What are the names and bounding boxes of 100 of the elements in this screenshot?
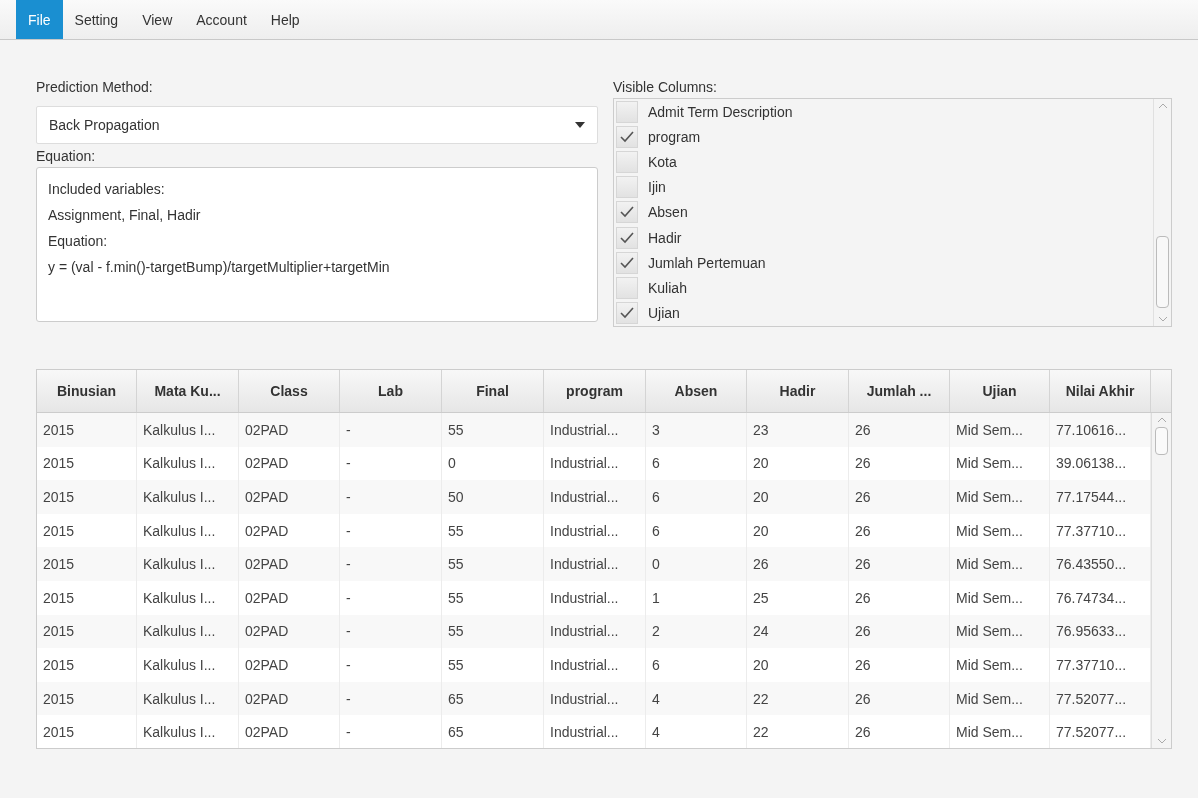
- checkbox[interactable]: [616, 302, 638, 325]
- table-cell: 26: [849, 580, 950, 615]
- table-cell: 55: [442, 580, 544, 615]
- chevron-up-icon[interactable]: [1157, 103, 1168, 109]
- chevron-down-icon[interactable]: [1157, 316, 1168, 322]
- table-cell: 02PAD: [239, 681, 340, 716]
- column-header[interactable]: Class: [239, 370, 340, 412]
- column-header[interactable]: Absen: [646, 370, 747, 412]
- table-cell: 20: [747, 480, 849, 514]
- table-cell: 26: [849, 681, 950, 716]
- table-cell: 24: [747, 614, 849, 649]
- scrollbar-thumb[interactable]: [1156, 236, 1169, 308]
- table-cell: 4: [646, 715, 747, 748]
- table-cell: Industrial...: [544, 715, 646, 748]
- caret-icon: [575, 122, 585, 128]
- column-header[interactable]: Jumlah ...: [849, 370, 950, 412]
- table-cell: 22: [747, 681, 849, 716]
- checkbox-label: Kota: [648, 154, 677, 171]
- table-cell: -: [340, 480, 442, 514]
- chevron-up-icon[interactable]: [1156, 417, 1167, 423]
- table-cell: 2015: [37, 715, 137, 748]
- table-cell: -: [340, 413, 442, 447]
- table-cell: Mid Sem...: [950, 715, 1050, 748]
- checkmark-icon: [620, 130, 634, 143]
- table-cell: 0: [646, 547, 747, 581]
- checkbox[interactable]: [616, 226, 638, 249]
- menu-item[interactable]: Account: [184, 0, 259, 39]
- scrollbar[interactable]: [1151, 413, 1171, 748]
- column-header[interactable]: Binusian: [37, 370, 137, 412]
- table-cell: 2: [646, 614, 747, 649]
- table-cell: -: [340, 614, 442, 649]
- table-cell: Mid Sem...: [950, 480, 1050, 514]
- checkmark-icon: [620, 206, 634, 219]
- field-label: Equation:: [36, 147, 97, 166]
- table-cell: 65: [442, 681, 544, 716]
- table-cell: Mid Sem...: [950, 614, 1050, 649]
- scrollbar-thumb[interactable]: [1155, 427, 1168, 455]
- table-cell: 23: [747, 413, 849, 447]
- checkbox[interactable]: [616, 201, 638, 224]
- table-cell: 25: [747, 580, 849, 615]
- checkmark-icon: [620, 307, 634, 320]
- menu-item[interactable]: View: [130, 0, 185, 39]
- menu-item[interactable]: Help: [258, 0, 312, 39]
- table-cell: 2015: [37, 648, 137, 682]
- checkbox-label: Jumlah Pertemuan: [648, 254, 766, 271]
- table-cell: 26: [849, 547, 950, 581]
- table-cell: Industrial...: [544, 580, 646, 615]
- table-cell: 20: [747, 648, 849, 682]
- table-cell: 2015: [37, 580, 137, 615]
- table-cell: 02PAD: [239, 547, 340, 581]
- table-cell: 26: [849, 413, 950, 447]
- table-cell: 2015: [37, 547, 137, 581]
- table-cell: Mid Sem...: [950, 547, 1050, 581]
- table-cell: Industrial...: [544, 480, 646, 514]
- table-cell: -: [340, 580, 442, 615]
- table-cell: 22: [747, 715, 849, 748]
- scrollbar[interactable]: [1153, 99, 1171, 326]
- column-header[interactable]: Mata Ku...: [137, 370, 239, 412]
- checkbox[interactable]: [616, 125, 638, 148]
- column-header[interactable]: Ujian: [950, 370, 1050, 412]
- checkbox[interactable]: [616, 151, 638, 174]
- table-cell: 02PAD: [239, 614, 340, 649]
- chevron-down-icon[interactable]: [1156, 738, 1167, 744]
- column-header[interactable]: Lab: [340, 370, 442, 412]
- table-cell: Mid Sem...: [950, 413, 1050, 447]
- table-cell: 6: [646, 480, 747, 514]
- checkbox[interactable]: [616, 251, 638, 274]
- menu-item[interactable]: Setting: [62, 0, 131, 39]
- table-cell: 65: [442, 715, 544, 748]
- table-cell: -: [340, 648, 442, 682]
- column-header[interactable]: Hadir: [747, 370, 849, 412]
- table-cell: -: [340, 547, 442, 581]
- table-cell: Kalkulus I...: [137, 547, 239, 581]
- table-cell: Kalkulus I...: [137, 715, 239, 748]
- checkbox-label: Ujian: [648, 305, 680, 322]
- table-cell: 55: [442, 614, 544, 649]
- method-dropdown[interactable]: Back Propagation: [36, 106, 598, 144]
- table-cell: 26: [849, 480, 950, 514]
- table-cell: Kalkulus I...: [137, 480, 239, 514]
- table-cell: 02PAD: [239, 480, 340, 514]
- table-cell: Industrial...: [544, 648, 646, 682]
- table-cell: 02PAD: [239, 580, 340, 615]
- equation-text-area[interactable]: Included variables: Assignment, Final, Hadir Equation: y = (val - f.min()-targetBump)/targetMultiplier+targetMin: [36, 167, 598, 322]
- table-cell: Industrial...: [544, 614, 646, 649]
- column-header[interactable]: program: [544, 370, 646, 412]
- field-label: Visible Columns:: [613, 78, 718, 97]
- checkbox[interactable]: [616, 277, 638, 300]
- column-header[interactable]: Final: [442, 370, 544, 412]
- column-header[interactable]: Nilai Akhir: [1050, 370, 1151, 412]
- menu-item[interactable]: File: [16, 0, 63, 39]
- table-cell: Kalkulus I...: [137, 413, 239, 447]
- checkbox[interactable]: [616, 176, 638, 199]
- table-cell: Mid Sem...: [950, 681, 1050, 716]
- table-cell: 6: [646, 648, 747, 682]
- table-cell: 50: [442, 480, 544, 514]
- table-cell: 02PAD: [239, 413, 340, 447]
- table-cell: 1: [646, 580, 747, 615]
- checkbox[interactable]: [616, 100, 638, 123]
- table-cell: 2015: [37, 614, 137, 649]
- table-cell: Kalkulus I...: [137, 580, 239, 615]
